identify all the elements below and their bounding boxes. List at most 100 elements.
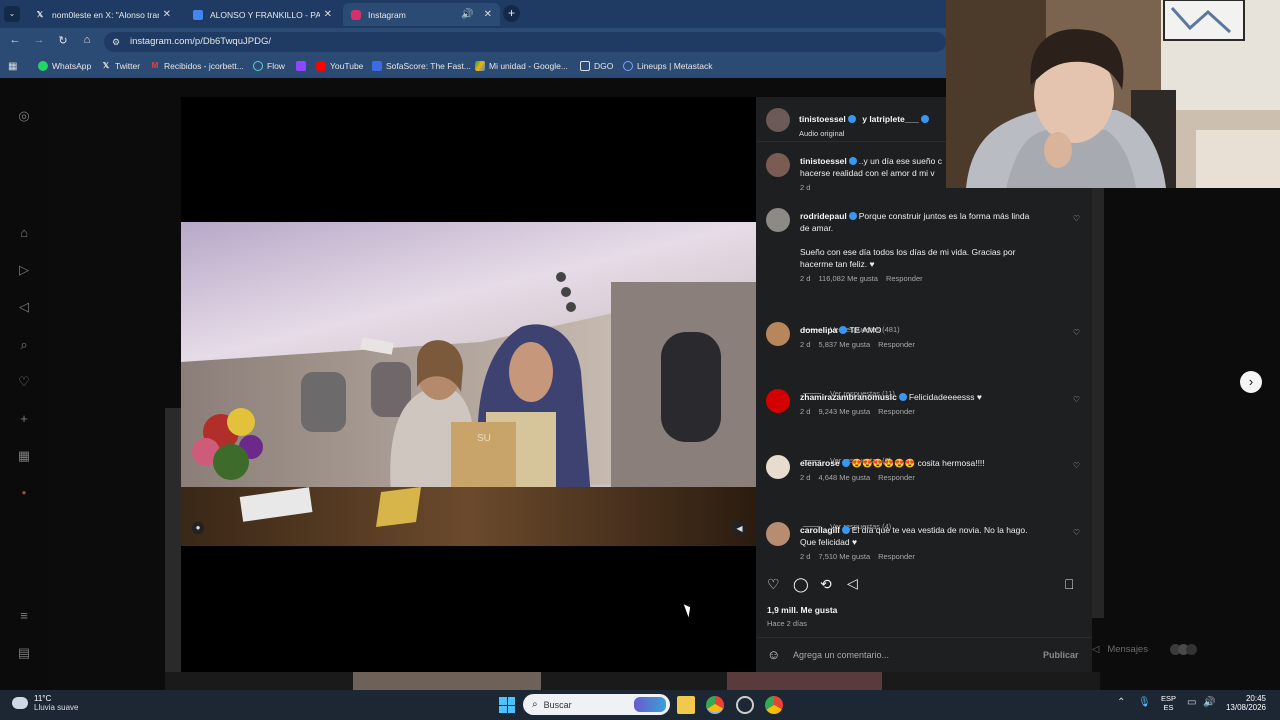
comment-reply[interactable]: Responder (878, 407, 915, 416)
next-post-button[interactable]: › (1240, 371, 1262, 393)
close-tab-icon[interactable]: ✕ (324, 9, 332, 20)
share-icon[interactable]: ◁ (847, 575, 858, 592)
file-explorer-icon[interactable] (677, 696, 695, 714)
bookmark-twitch[interactable] (296, 61, 310, 71)
new-tab-button[interactable]: + (503, 5, 520, 22)
comment-reply[interactable]: Responder (878, 473, 915, 482)
commenter-username[interactable]: domelipa (800, 325, 837, 335)
show-hidden-icons[interactable]: ⌃ (1117, 697, 1125, 708)
forward-icon[interactable]: → (31, 34, 47, 46)
comment-reply[interactable]: Responder (878, 552, 915, 561)
commenter-avatar[interactable] (766, 389, 790, 413)
comment-like-icon[interactable]: ♡ (1073, 461, 1080, 470)
apps-grid-icon[interactable]: ▦ (8, 61, 17, 72)
repost-icon[interactable]: ⟲ (820, 576, 832, 593)
apps-icon[interactable]: ▤ (16, 645, 32, 661)
author-username[interactable]: tinistoessel (799, 114, 846, 124)
comment-like-icon[interactable]: ♡ (1073, 528, 1080, 537)
commenter-username[interactable]: elenarose (800, 458, 840, 468)
save-bookmark-icon[interactable]: ⎕ (1065, 576, 1073, 593)
emoji-icon[interactable]: ☺ (767, 647, 780, 662)
publish-button[interactable]: Publicar (1043, 650, 1079, 660)
notifications-heart-icon[interactable]: ♡ (16, 374, 32, 390)
language-indicator[interactable]: ESP ES (1161, 694, 1176, 712)
tab-search-button[interactable]: ⌄ (4, 6, 20, 22)
back-icon[interactable]: ← (7, 34, 23, 46)
commenter-avatar[interactable] (766, 455, 790, 479)
verified-badge-icon (839, 326, 848, 334)
audio-playing-icon[interactable]: 🔊 (461, 9, 473, 20)
comment-likes[interactable]: 7,510 Me gusta (818, 552, 870, 561)
volume-icon[interactable]: 🔊 (1203, 697, 1215, 708)
reload-icon[interactable]: ↻ (55, 34, 71, 47)
profile-avatar-icon[interactable]: ● (16, 485, 32, 501)
taskbar-search[interactable]: ⌕ Buscar (523, 694, 670, 715)
bookmark-sofascore[interactable]: SofaScore: The Fast... (372, 61, 471, 71)
commenter-avatar[interactable] (766, 153, 790, 177)
video-player[interactable]: SU ● ◀ (181, 222, 756, 546)
close-tab-icon[interactable]: ✕ (163, 9, 171, 20)
reels-icon[interactable]: ▷ (16, 262, 32, 278)
direct-icon[interactable]: ◁ (16, 299, 32, 315)
bookmark-twitter[interactable]: 𝕏 Twitter (101, 61, 140, 71)
menu-icon[interactable]: ≡ (16, 608, 32, 624)
site-info-icon[interactable]: ⚙ (112, 37, 120, 48)
comment-likes[interactable]: 4,648 Me gusta (818, 473, 870, 482)
instagram-logo-icon[interactable]: ◎ (16, 108, 32, 124)
bookmark-flow[interactable]: Flow (253, 61, 285, 71)
commenter-avatar[interactable] (766, 208, 790, 232)
comment-likes[interactable]: 9,243 Me gusta (818, 407, 870, 416)
audio-label[interactable]: Audio original (799, 129, 931, 138)
likes-count[interactable]: 1,9 mill. Me gusta (767, 605, 837, 615)
commenter-username[interactable]: rodridepaul (800, 211, 847, 221)
commenter-username[interactable]: carollagill (800, 525, 840, 535)
bookmark-google-drive[interactable]: Mi unidad - Google... (475, 61, 568, 71)
microphone-icon[interactable]: 🎙 (1138, 697, 1151, 708)
dashboard-icon[interactable]: ▦ (16, 448, 32, 464)
tab-2[interactable]: Instagram 🔊 ✕ (343, 3, 500, 26)
language-label: ESP (1161, 694, 1177, 703)
comment-likes[interactable]: 116,082 Me gusta (818, 274, 878, 283)
bookmark-metastack[interactable]: Lineups | Metastack (623, 61, 712, 71)
start-button[interactable] (499, 697, 515, 713)
post-date[interactable]: Hace 2 días (767, 619, 807, 628)
mute-icon[interactable]: ◀ (732, 521, 747, 536)
bookmark-whatsapp[interactable]: WhatsApp (38, 61, 91, 71)
comment-reply[interactable]: Responder (886, 274, 923, 283)
comment-like-icon[interactable]: ♡ (1073, 214, 1080, 223)
url-field[interactable]: instagram.com/p/Db6TwquJPDG/ (104, 32, 946, 52)
chrome-profile-icon[interactable] (765, 696, 783, 714)
clock[interactable]: 20:45 13/08/2026 (1222, 694, 1266, 712)
video-frame-image: SU (181, 222, 756, 546)
user-tag-icon[interactable]: ● (192, 522, 204, 534)
bookmark-youtube[interactable]: YouTube (316, 61, 363, 71)
create-icon[interactable]: + (16, 411, 32, 427)
app-clock-icon[interactable] (736, 696, 754, 714)
comment-icon[interactable]: ◯ (793, 576, 809, 593)
search-icon[interactable]: ⌕ (16, 337, 32, 353)
comment-reply[interactable]: Responder (878, 340, 915, 349)
comment-like-icon[interactable]: ♡ (1073, 395, 1080, 404)
coauthor-username[interactable]: y latriplete___ (862, 114, 919, 124)
weather-widget[interactable]: 11°C Lluvia suave (12, 694, 78, 712)
tab-1[interactable]: ALONSO Y FRANKILLO - PAN C ✕ (185, 3, 340, 26)
bookmark-dgo[interactable]: DGO (580, 61, 613, 71)
network-icon[interactable]: ▭ (1187, 697, 1196, 708)
tab-0[interactable]: 𝕏 nom0leste en X: "Alonso trandi ✕ (27, 3, 179, 26)
commenter-avatar[interactable] (766, 522, 790, 546)
metastack-icon (623, 61, 633, 71)
comment-likes[interactable]: 5,837 Me gusta (818, 340, 870, 349)
like-icon[interactable]: ♡ (767, 576, 780, 593)
messages-button[interactable]: ◁ Mensajes (1092, 638, 1252, 660)
comment-input[interactable]: Agrega un comentario... (793, 650, 889, 660)
author-avatar[interactable] (766, 108, 790, 132)
commenter-username[interactable]: zhamirazambranomusic (800, 392, 897, 402)
close-tab-icon[interactable]: ✕ (484, 9, 492, 20)
chrome-icon[interactable] (706, 696, 724, 714)
comment-like-icon[interactable]: ♡ (1073, 328, 1080, 337)
commenter-avatar[interactable] (766, 322, 790, 346)
home-icon[interactable]: ⌂ (79, 34, 95, 46)
home-icon[interactable]: ⌂ (16, 225, 32, 241)
commenter-username[interactable]: tinistoessel (800, 156, 847, 166)
bookmark-gmail[interactable]: M Recibidos - jcorbett... (150, 61, 244, 71)
